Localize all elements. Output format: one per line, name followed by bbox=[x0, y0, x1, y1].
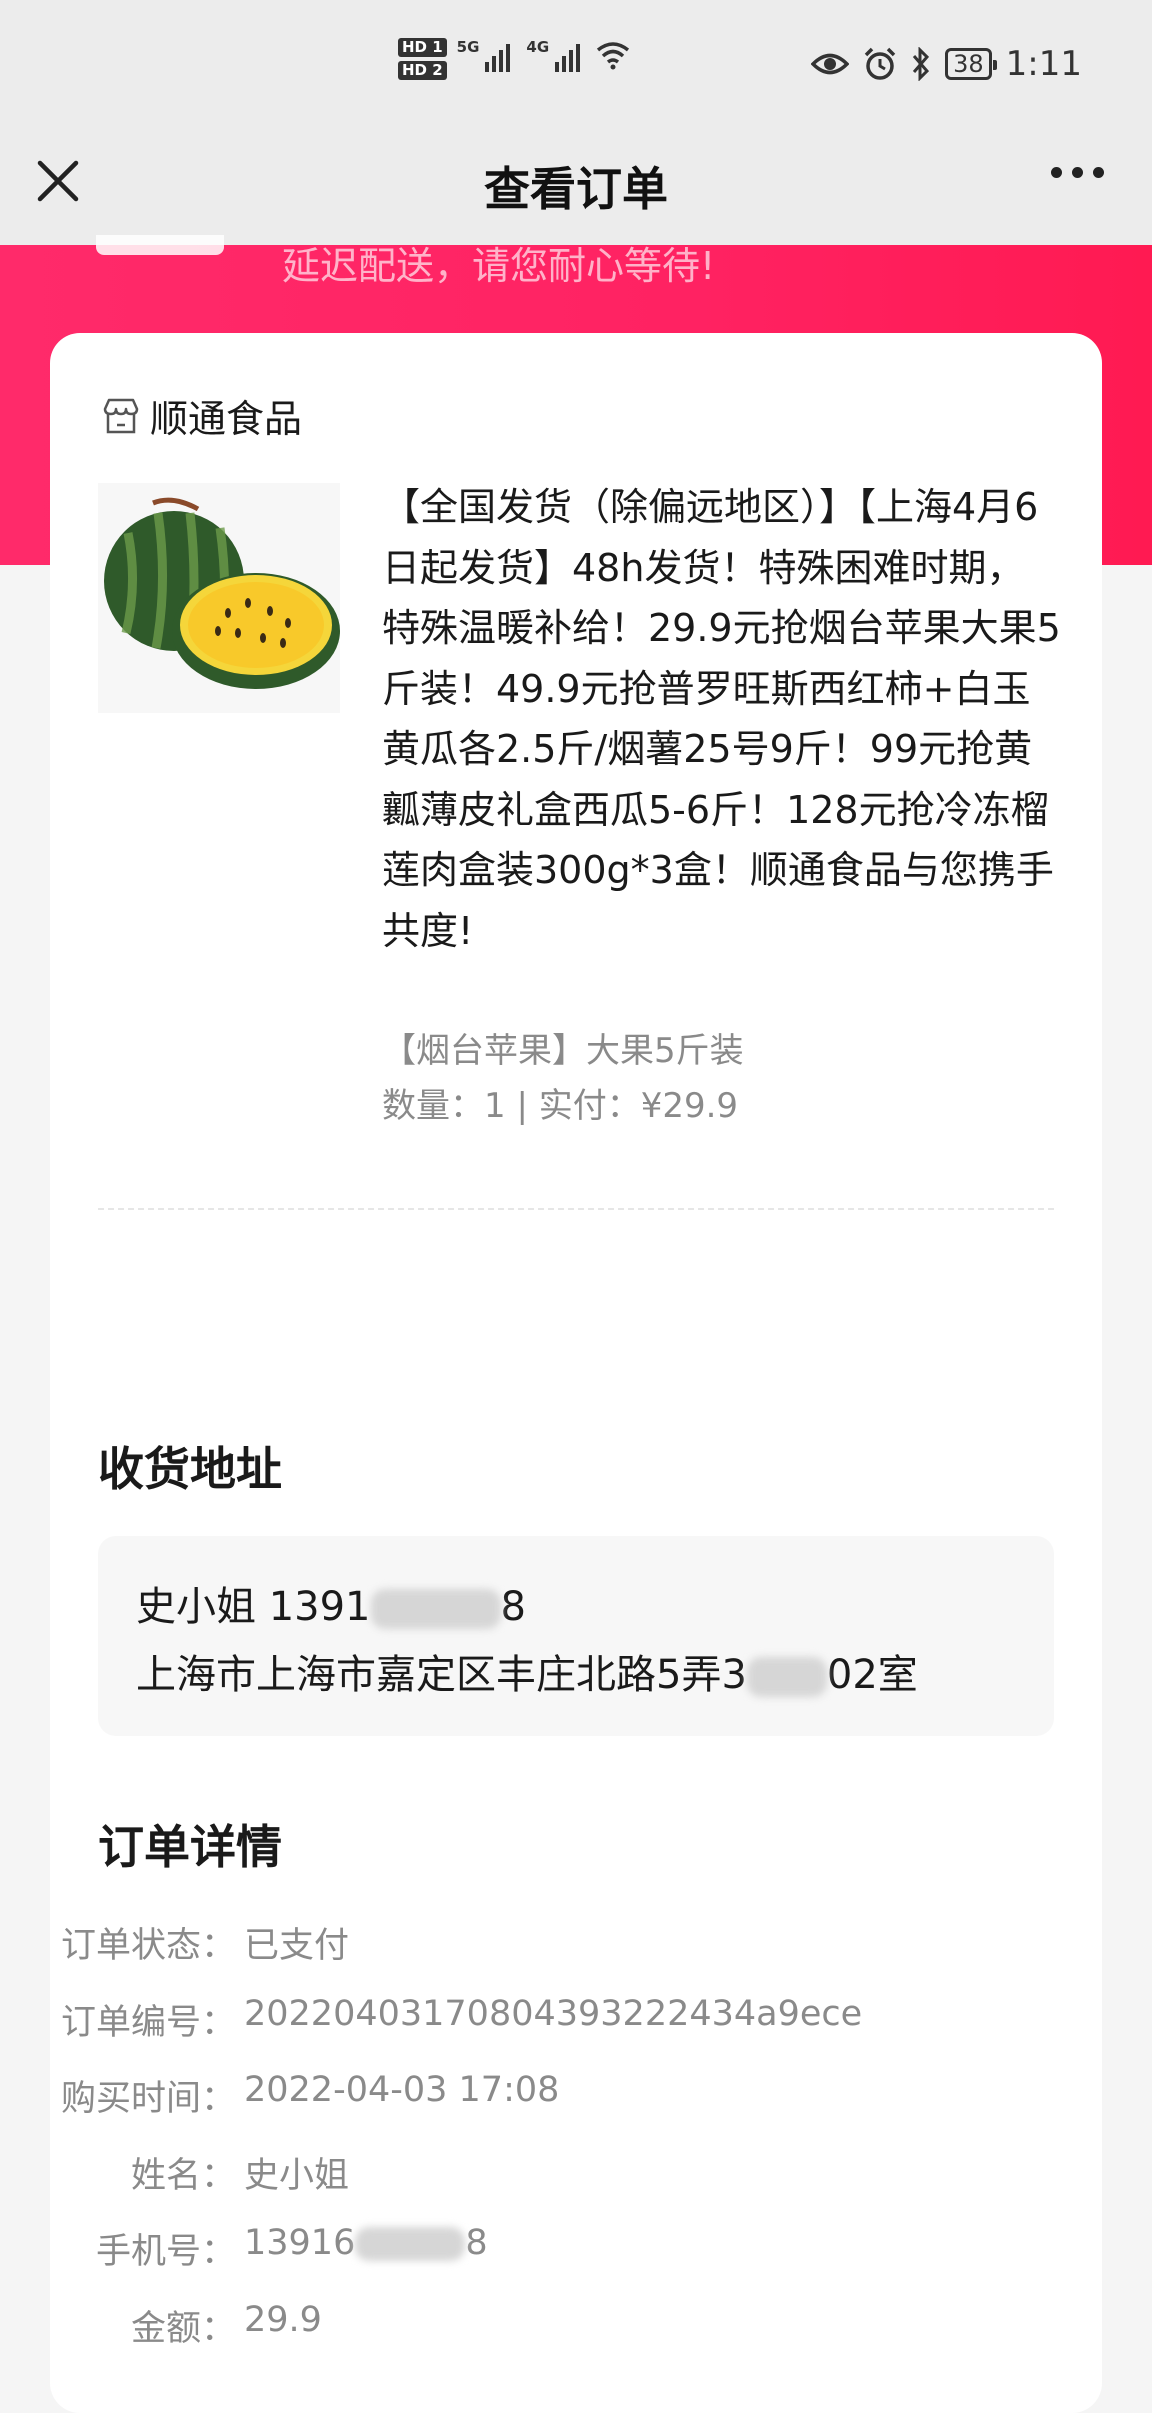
signal-bars-2-icon bbox=[555, 38, 581, 72]
nav-bar: 查看订单 bbox=[0, 135, 1152, 245]
banner-logo bbox=[96, 235, 224, 255]
detail-value: 已支付 bbox=[244, 1926, 350, 1966]
product-title[interactable]: 【全国发货（除偏远地区）】【上海4月6日起发货】48h发货！特殊困难时期，特殊温… bbox=[382, 477, 1062, 961]
recipient-name-phone: 史小姐 1391 bbox=[136, 1584, 371, 1630]
product-spec: 【烟台苹果】大果5斤装 bbox=[382, 1031, 744, 1071]
detail-label: 姓名： bbox=[130, 2156, 236, 2196]
clock: 1:11 bbox=[1005, 44, 1082, 84]
signal-bars-1-icon bbox=[485, 38, 511, 72]
shop-header[interactable]: 顺通食品 bbox=[100, 388, 302, 443]
detail-row-time: 购买时间： 2022-04-03 17:08 bbox=[61, 2070, 1054, 2130]
status-right: 38 1:11 bbox=[811, 44, 1082, 84]
product-quantity-price: 数量：1 | 实付：¥29.9 bbox=[382, 1086, 739, 1126]
detail-label: 购买时间： bbox=[60, 2079, 236, 2119]
redacted-phone bbox=[355, 2227, 466, 2261]
redacted-phone bbox=[370, 1589, 501, 1629]
battery-icon: 38 bbox=[945, 48, 997, 80]
detail-value: 13916 8 bbox=[244, 2223, 488, 2263]
redacted-address bbox=[746, 1657, 827, 1697]
address-section-title: 收货地址 bbox=[98, 1442, 282, 1496]
banner-message: 延迟配送，请您耐心等待! bbox=[282, 244, 716, 288]
detail-value: 29.9 bbox=[244, 2300, 322, 2340]
detail-label: 金额： bbox=[130, 2309, 236, 2349]
detail-row-order-no: 订单编号： 20220403170804393222434a9ece bbox=[61, 1994, 1054, 2054]
alarm-icon bbox=[864, 47, 896, 80]
recipient-line: 史小姐 1391 8 bbox=[136, 1574, 526, 1632]
detail-label: 订单状态： bbox=[60, 1926, 236, 1966]
address-text: 上海市上海市嘉定区丰庄北路5弄3 bbox=[136, 1652, 747, 1698]
detail-row-amount: 金额： 29.9 bbox=[98, 2300, 1054, 2360]
detail-label: 手机号： bbox=[95, 2232, 236, 2272]
phone-suffix: 8 bbox=[465, 2223, 488, 2263]
detail-row-phone: 手机号： 13916 8 bbox=[95, 2223, 1054, 2283]
shop-icon bbox=[103, 398, 139, 433]
signal-indicators: HD 1 HD 2 5G 4G bbox=[398, 38, 630, 80]
product-image[interactable] bbox=[98, 483, 340, 713]
shop-name: 顺通食品 bbox=[150, 397, 303, 441]
eye-icon bbox=[811, 53, 850, 75]
bluetooth-icon bbox=[912, 47, 930, 81]
detail-value: 史小姐 bbox=[244, 2156, 350, 2196]
detail-row-status: 订单状态： 已支付 bbox=[61, 1917, 1054, 1977]
more-options-icon[interactable] bbox=[1051, 167, 1104, 178]
address-suffix: 02室 bbox=[826, 1652, 918, 1698]
detail-value[interactable]: 20220403170804393222434a9ece bbox=[244, 1994, 862, 2034]
detail-value: 2022-04-03 17:08 bbox=[244, 2070, 560, 2110]
detail-row-name: 姓名： 史小姐 bbox=[98, 2147, 1054, 2207]
wifi-icon bbox=[597, 42, 630, 70]
status-bar: HD 1 HD 2 5G 4G 38 1:11 bbox=[0, 0, 1152, 135]
address-line: 上海市上海市嘉定区丰庄北路5弄3 02室 bbox=[136, 1642, 918, 1700]
order-card: 顺通食品 【全国发货（除偏远地区）】【上海4月6日起发货】48h发货！特殊困难时… bbox=[50, 333, 1102, 2413]
order-section-title: 订单详情 bbox=[98, 1820, 282, 1874]
page-title: 查看订单 bbox=[484, 162, 668, 216]
hd1-badge: HD 1 bbox=[398, 38, 447, 57]
network-type-1: 5G bbox=[456, 38, 480, 56]
address-box[interactable]: 史小姐 1391 8 上海市上海市嘉定区丰庄北路5弄3 02室 bbox=[98, 1536, 1054, 1736]
network-type-2: 4G bbox=[526, 38, 550, 56]
recipient-phone-suffix: 8 bbox=[500, 1584, 526, 1630]
hd2-badge: HD 2 bbox=[398, 61, 447, 80]
phone-prefix: 13916 bbox=[244, 2223, 356, 2263]
divider bbox=[98, 1208, 1054, 1210]
detail-label: 订单编号： bbox=[60, 2003, 236, 2043]
